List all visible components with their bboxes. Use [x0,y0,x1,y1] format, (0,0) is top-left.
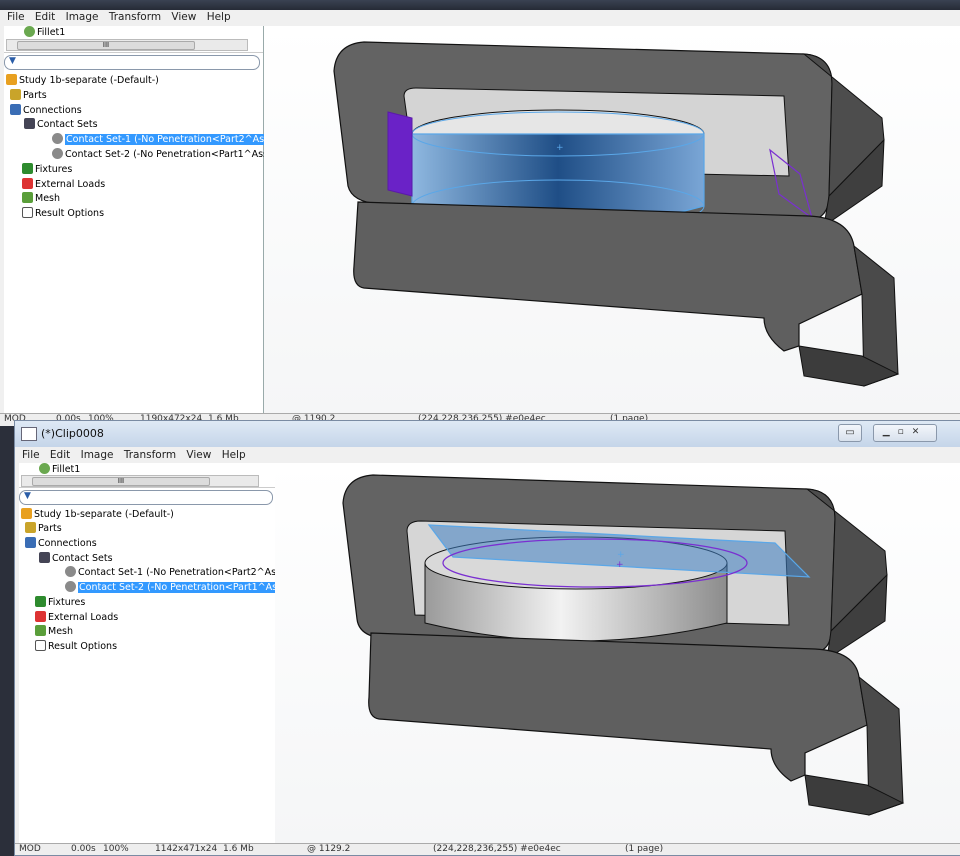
tree-item-parts[interactable]: Parts [25,522,62,535]
menu-transform[interactable]: Transform [124,448,176,462]
fillet-icon [24,26,35,37]
tree-item-mesh[interactable]: Mesh [22,192,60,205]
contact-set-icon [52,133,63,144]
contact-set-icon [65,566,76,577]
graphics-viewport[interactable]: + [264,26,960,414]
image-window-clip0008: (*)Clip0008 ▭ ▁▫✕ File Edit Image Transf… [14,420,960,856]
image-window-clip0007: File Edit Image Transform View Help Fill… [0,0,960,426]
filter-box[interactable]: ▼ [4,55,260,70]
menu-help[interactable]: Help [207,10,231,24]
window-title: (*)Clip0008 [41,427,104,440]
tree-item-connections[interactable]: Connections [25,537,97,550]
scrollbar-thumb[interactable]: III [17,41,195,50]
status-bar: MOD 0.00s 100% 1142x471x24 1.6 Mb @ 1129… [15,843,960,855]
external-loads-icon [22,178,33,189]
fixtures-icon [35,596,46,607]
menu-edit[interactable]: Edit [50,448,70,462]
result-options-icon [22,207,33,218]
tree-item-mesh[interactable]: Mesh [35,625,73,638]
tree-item-contact-set-1[interactable]: Contact Set-1 (-No Penetration<Part2^Ass… [65,566,296,579]
contact-set-icon [65,581,76,592]
window-controls[interactable]: ▁▫✕ [873,424,937,442]
menu-edit[interactable]: Edit [35,10,55,24]
contact-sets-icon [24,118,35,129]
result-options-icon [35,640,46,651]
tree-item-result-options[interactable]: Result Options [35,640,117,653]
tree-item-result-options[interactable]: Result Options [22,207,104,220]
contact-set-icon [52,148,63,159]
study-icon [21,508,32,519]
menu-file[interactable]: File [22,448,40,462]
external-loads-icon [35,611,46,622]
tree-item-fixtures[interactable]: Fixtures [22,163,72,176]
tree-item-fixtures[interactable]: Fixtures [35,596,85,609]
app-icon [21,427,37,441]
feature-tree-panel: Fillet1 III ▼ Study 1b-separate (-Defaul… [19,463,299,843]
tree-item-fillet[interactable]: Fillet1 [24,26,65,39]
mesh-icon [35,625,46,636]
tree-item-external-loads[interactable]: External Loads [22,178,105,191]
menu-image[interactable]: Image [81,448,114,462]
tree-item-parts[interactable]: Parts [10,89,47,102]
scrollbar-thumb[interactable]: III [32,477,210,486]
horizontal-scrollbar[interactable]: III [6,39,248,51]
feature-tree-panel: Fillet1 III ▼ Study 1b-separate (-Defaul… [4,26,286,414]
tree-item-contact-sets[interactable]: Contact Sets [39,552,113,565]
mesh-icon [22,192,33,203]
parts-icon [10,89,21,100]
window-titlebar[interactable]: (*)Clip0008 ▭ ▁▫✕ [15,421,960,447]
menu-view[interactable]: View [171,10,196,24]
restore-view-button[interactable]: ▭ [838,424,862,442]
tree-item-contact-set-2[interactable]: Contact Set-2 (-No Penetration<Part1^Ass… [65,581,299,594]
fixtures-icon [22,163,33,174]
connections-icon [10,104,21,115]
tree-item-contact-set-2[interactable]: Contact Set-2 (-No Penetration<Part1^Ass… [52,148,283,161]
horizontal-scrollbar[interactable]: III [21,475,259,487]
tree-item-contact-sets[interactable]: Contact Sets [24,118,98,131]
menu-view[interactable]: View [186,448,211,462]
fillet-icon [39,463,50,474]
tree-item-study[interactable]: Study 1b-separate (-Default-) [6,74,159,87]
filter-box[interactable]: ▼ [19,490,273,505]
center-mark: + [556,143,564,153]
assembly-model-view: + [333,41,900,387]
menu-bar: File Edit Image Transform View Help [0,10,960,24]
tree-item-contact-set-1[interactable]: Contact Set-1 (-No Penetration<Part2^Ass… [52,133,286,146]
menu-help[interactable]: Help [222,448,246,462]
assembly-model-view: + + [342,474,905,816]
tree-top-strip: Fillet1 III [4,26,263,53]
funnel-icon[interactable]: ▼ [24,491,31,501]
contact-sets-icon [39,552,50,563]
tree-item-external-loads[interactable]: External Loads [35,611,118,624]
menu-transform[interactable]: Transform [109,10,161,24]
contact-face-left [387,111,413,197]
center-mark: + [617,550,625,560]
lower-part-top [368,632,868,782]
menu-image[interactable]: Image [66,10,99,24]
menu-file[interactable]: File [7,10,25,24]
menu-bar: File Edit Image Transform View Help [15,448,960,462]
tree-item-connections[interactable]: Connections [10,104,82,117]
connections-icon [25,537,36,548]
lower-part-top [353,201,863,352]
window-titlebar[interactable] [0,0,960,10]
tree-top-strip: Fillet1 III [19,463,275,488]
graphics-viewport[interactable]: + + [275,463,960,843]
parts-icon [25,522,36,533]
center-mark-2: + [616,560,624,570]
tree-item-study[interactable]: Study 1b-separate (-Default-) [21,508,174,521]
funnel-icon[interactable]: ▼ [9,56,16,66]
study-icon [6,74,17,85]
